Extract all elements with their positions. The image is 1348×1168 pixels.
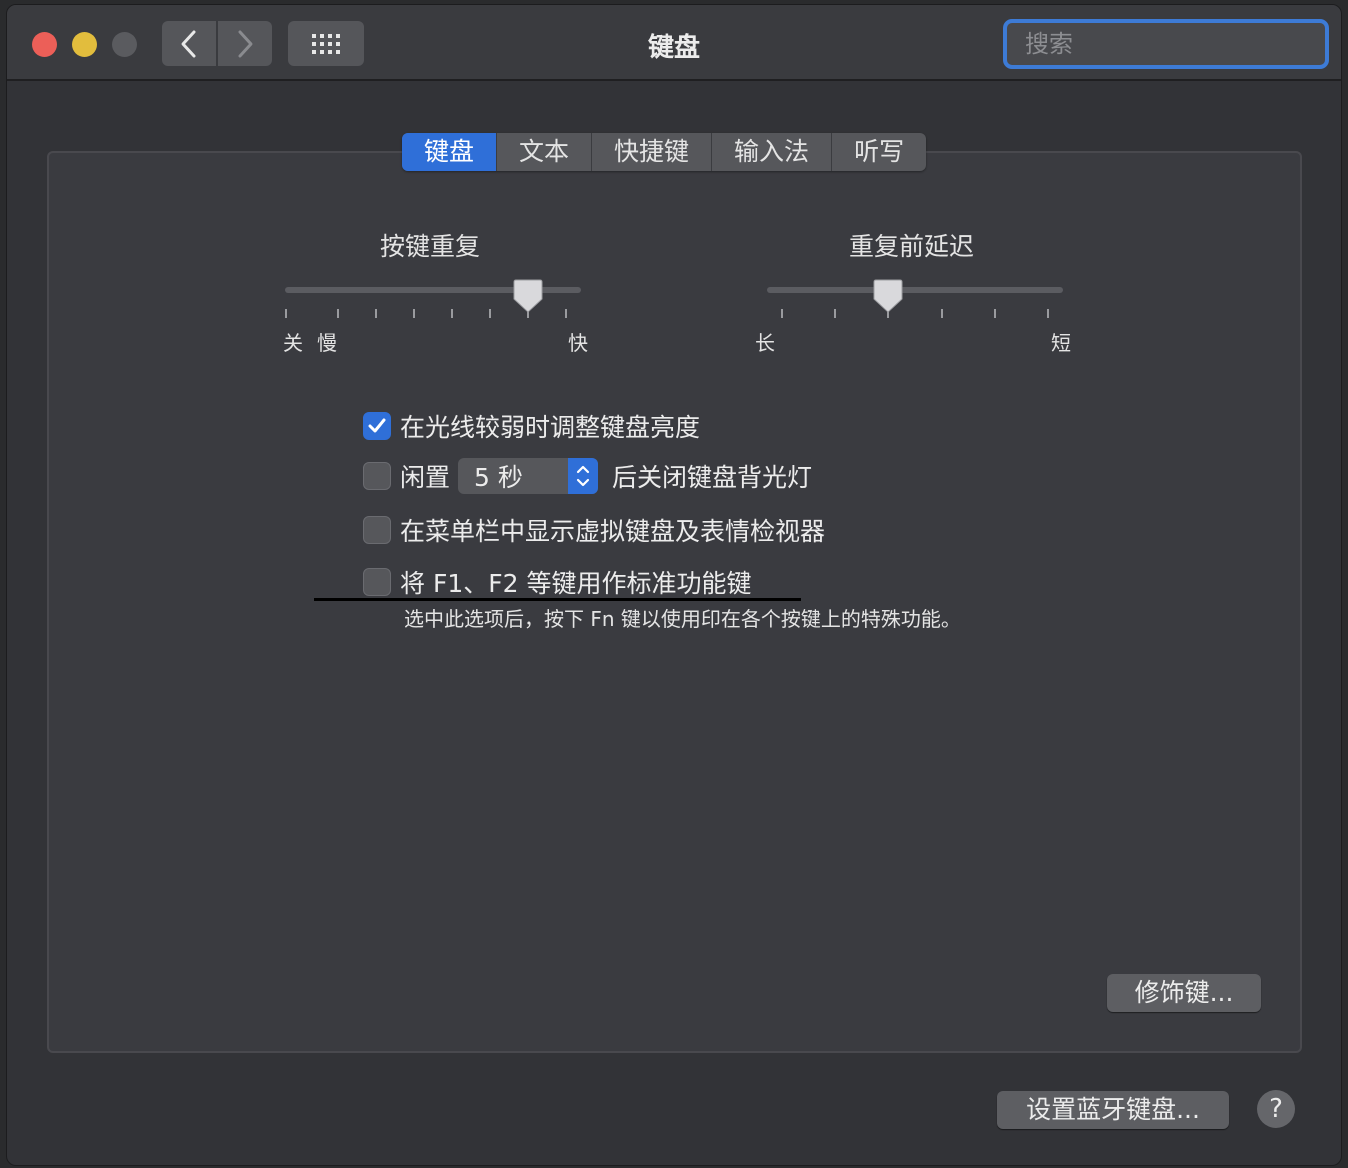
backlight-off-suffix: 后关闭键盘背光灯	[612, 463, 813, 492]
show-viewer-option[interactable]: 在菜单栏中显示虚拟键盘及表情检视器	[363, 512, 825, 548]
slider-tick	[285, 309, 287, 318]
idle-time-popup[interactable]: 5 秒	[458, 458, 599, 494]
slider-tick	[451, 309, 453, 318]
forward-button[interactable]	[218, 21, 272, 66]
show-viewer-label: 在菜单栏中显示虚拟键盘及表情检视器	[400, 517, 826, 546]
key-repeat-slow-label: 慢	[317, 331, 337, 355]
key-repeat-title: 按键重复	[380, 232, 481, 261]
title-bar: 键盘	[7, 5, 1341, 81]
up-down-chevron-icon	[576, 465, 590, 487]
adjust-brightness-option[interactable]: 在光线较弱时调整键盘亮度	[363, 408, 700, 444]
idle-time-stepper[interactable]	[568, 458, 599, 494]
fn-keys-label: 将 F1、F2 等键用作标准功能键	[400, 569, 752, 598]
slider-tick	[337, 309, 339, 318]
tab-input-sources[interactable]: 输入法	[712, 133, 833, 171]
slider-tick	[489, 309, 491, 318]
tab-shortcuts[interactable]: 快捷键	[592, 133, 713, 171]
minimize-window-button[interactable]	[72, 32, 97, 57]
checkmark-icon	[368, 418, 386, 433]
tab-bar: 键盘 文本 快捷键 输入法 听写	[402, 133, 927, 171]
repeat-delay-long-label: 长	[755, 331, 775, 355]
fn-keys-hint: 选中此选项后，按下 Fn 键以使用印在各个按键上的特殊功能。	[404, 607, 961, 631]
repeat-delay-short-label: 短	[1051, 331, 1071, 355]
repeat-delay-knob[interactable]	[873, 279, 903, 313]
show-viewer-checkbox[interactable]	[363, 516, 391, 544]
slider-tick	[781, 309, 783, 318]
adjust-brightness-checkbox[interactable]	[363, 412, 391, 440]
keyboard-settings-panel	[47, 151, 1302, 1053]
back-button[interactable]	[162, 21, 216, 66]
slider-tick	[1047, 309, 1049, 318]
zoom-window-button[interactable]	[112, 32, 137, 57]
grid-icon	[312, 33, 340, 54]
backlight-off-option[interactable]: 闲置 5 秒 后关闭键盘背光灯	[363, 458, 812, 494]
slider-tick	[375, 309, 377, 318]
setup-bluetooth-keyboard-button[interactable]: 设置蓝牙键盘...	[997, 1091, 1229, 1129]
chevron-left-icon	[181, 30, 196, 57]
tab-dictation[interactable]: 听写	[832, 133, 926, 171]
show-all-button[interactable]	[288, 21, 364, 66]
slider-tick	[834, 309, 836, 318]
navigation-buttons	[162, 21, 272, 66]
key-repeat-fast-label: 快	[568, 331, 588, 355]
repeat-delay-title: 重复前延迟	[849, 232, 975, 261]
preferences-window: 键盘 键盘 文本 快捷键 输入法 听写 按键重复 关 慢 快 重复前延迟	[6, 4, 1342, 1166]
slider-tick	[413, 309, 415, 318]
fn-keys-checkbox[interactable]	[363, 568, 391, 596]
backlight-off-checkbox[interactable]	[363, 462, 391, 490]
slider-tick	[565, 309, 567, 318]
close-window-button[interactable]	[32, 32, 57, 57]
repeat-delay-track[interactable]	[767, 287, 1063, 293]
key-repeat-knob[interactable]	[513, 279, 543, 313]
modifier-keys-button[interactable]: 修饰键...	[1107, 974, 1261, 1012]
search-input[interactable]	[1025, 30, 1325, 58]
fn-keys-option[interactable]: 将 F1、F2 等键用作标准功能键	[363, 564, 751, 600]
slider-tick	[941, 309, 943, 318]
tab-keyboard[interactable]: 键盘	[402, 133, 498, 171]
key-repeat-off-label: 关	[283, 331, 303, 355]
tab-text[interactable]: 文本	[497, 133, 593, 171]
underline-mark	[314, 598, 801, 601]
chevron-right-icon	[238, 30, 253, 57]
help-button[interactable]: ?	[1257, 1090, 1295, 1128]
adjust-brightness-label: 在光线较弱时调整键盘亮度	[400, 413, 701, 442]
backlight-off-prefix: 闲置	[400, 463, 451, 492]
slider-tick	[994, 309, 996, 318]
search-field[interactable]	[1003, 19, 1329, 69]
idle-time-value: 5 秒	[474, 463, 523, 492]
